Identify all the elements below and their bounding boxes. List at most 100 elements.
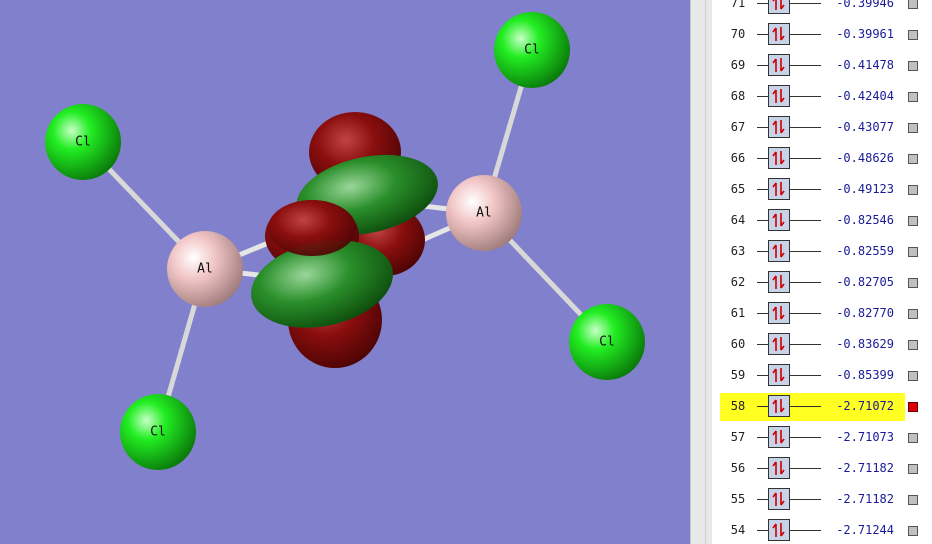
orbital-row[interactable]: 60 -0.83629 bbox=[720, 331, 926, 359]
orbital-energy: -2.71072 bbox=[836, 399, 894, 413]
orbital-visible-checkbox[interactable] bbox=[908, 278, 918, 288]
orbital-row[interactable]: 66 -0.48626 bbox=[720, 145, 926, 173]
orbital-row[interactable]: 56 -2.71182 bbox=[720, 455, 926, 483]
orbital-row[interactable]: 67 -0.43077 bbox=[720, 114, 926, 142]
orbital-row[interactable]: 63 -0.82559 bbox=[720, 238, 926, 266]
spin-pair-up-down-icon bbox=[768, 147, 790, 169]
orbital-number: 70 bbox=[730, 27, 746, 41]
spin-pair-up-down-icon bbox=[768, 271, 790, 293]
orbital-visible-checkbox[interactable] bbox=[908, 371, 918, 381]
orbital-row[interactable]: 58 -2.71072 bbox=[720, 393, 918, 421]
orbital-row[interactable]: 65 -0.49123 bbox=[720, 176, 926, 204]
orbital-number: 61 bbox=[730, 306, 746, 320]
orbital-isosurface bbox=[251, 112, 438, 368]
orbital-energy: -0.82559 bbox=[836, 244, 894, 258]
atom-label: Al bbox=[197, 262, 213, 277]
orbital-row[interactable]: 55 -2.71182 bbox=[720, 486, 926, 514]
spin-pair-up-down-icon bbox=[768, 54, 790, 76]
atom-label: Al bbox=[476, 206, 492, 221]
orbital-number: 67 bbox=[730, 120, 746, 134]
spin-pair-up-down-icon bbox=[768, 333, 790, 355]
orbital-visible-checkbox[interactable] bbox=[908, 0, 918, 9]
orbital-visible-checkbox[interactable] bbox=[908, 402, 918, 412]
spin-pair-up-down-icon bbox=[768, 23, 790, 45]
spin-pair-up-down-icon bbox=[768, 519, 790, 541]
orbital-number: 64 bbox=[730, 213, 746, 227]
orbital-visible-checkbox[interactable] bbox=[908, 216, 918, 226]
orbital-row[interactable]: 54 -2.71244 bbox=[720, 517, 926, 544]
orbital-energy: -0.49123 bbox=[836, 182, 894, 196]
orbital-visible-checkbox[interactable] bbox=[908, 92, 918, 102]
orbital-energy: -0.41478 bbox=[836, 58, 894, 72]
orbital-energy: -2.71244 bbox=[836, 523, 894, 537]
atom-cl-top-left[interactable]: Cl bbox=[45, 104, 121, 180]
orbital-number: 54 bbox=[730, 523, 746, 537]
orbital-energy: -0.39946 bbox=[836, 0, 894, 10]
orbital-row[interactable]: 64 -0.82546 bbox=[720, 207, 926, 235]
spin-pair-up-down-icon bbox=[768, 178, 790, 200]
orbital-visible-checkbox[interactable] bbox=[908, 30, 918, 40]
orbital-energy: -0.82705 bbox=[836, 275, 894, 289]
spin-pair-up-down-icon bbox=[768, 240, 790, 262]
orbital-energy: -0.42404 bbox=[836, 89, 894, 103]
orbital-visible-checkbox[interactable] bbox=[908, 526, 918, 536]
spin-pair-up-down-icon bbox=[768, 488, 790, 510]
spin-pair-up-down-icon bbox=[768, 364, 790, 386]
spin-pair-up-down-icon bbox=[768, 209, 790, 231]
atom-cl-bottom-right[interactable]: Cl bbox=[569, 304, 645, 380]
orbital-row[interactable]: 62 -0.82705 bbox=[720, 269, 926, 297]
orbital-visible-checkbox[interactable] bbox=[908, 154, 918, 164]
orbital-energy: -0.48626 bbox=[836, 151, 894, 165]
orbital-number: 60 bbox=[730, 337, 746, 351]
orbital-energy: -0.85399 bbox=[836, 368, 894, 382]
orbital-visible-checkbox[interactable] bbox=[908, 340, 918, 350]
atom-label: Cl bbox=[524, 43, 540, 58]
atom-label: Cl bbox=[150, 425, 166, 440]
orbital-visible-checkbox[interactable] bbox=[908, 433, 918, 443]
atom-cl-bottom-left[interactable]: Cl bbox=[120, 394, 196, 470]
splitter-line bbox=[705, 0, 706, 544]
panel-splitter[interactable] bbox=[690, 0, 713, 544]
orbital-energy: -0.39961 bbox=[836, 27, 894, 41]
molecule-canvas[interactable]: Cl Cl Al Al Cl Cl bbox=[0, 0, 690, 544]
orbital-number: 59 bbox=[730, 368, 746, 382]
orbital-energy: -2.71182 bbox=[836, 492, 894, 506]
orbital-row[interactable]: 70 -0.39961 bbox=[720, 21, 926, 49]
orbital-energy: -0.82546 bbox=[836, 213, 894, 227]
orbital-visible-checkbox[interactable] bbox=[908, 61, 918, 71]
molecule-viewer[interactable]: Cl Cl Al Al Cl Cl bbox=[0, 0, 690, 544]
orbital-visible-checkbox[interactable] bbox=[908, 123, 918, 133]
orbital-row[interactable]: 68 -0.42404 bbox=[720, 83, 926, 111]
spin-pair-up-down-icon bbox=[768, 426, 790, 448]
orbital-lobe-positive bbox=[268, 200, 356, 256]
orbital-visible-checkbox[interactable] bbox=[908, 185, 918, 195]
orbital-visible-checkbox[interactable] bbox=[908, 247, 918, 257]
orbital-number: 58 bbox=[730, 399, 746, 413]
orbital-row[interactable]: 71 -0.39946 bbox=[720, 0, 926, 18]
orbital-visible-checkbox[interactable] bbox=[908, 309, 918, 319]
orbital-row[interactable]: 57 -2.71073 bbox=[720, 424, 926, 452]
atom-cl-top-right[interactable]: Cl bbox=[494, 12, 570, 88]
orbital-row[interactable]: 69 -0.41478 bbox=[720, 52, 926, 80]
orbital-list-panel: 71 -0.39946 70 -0.39961 69 -0.41478 68 -0.42404… bbox=[712, 0, 932, 544]
orbital-row[interactable]: 59 -0.85399 bbox=[720, 362, 926, 390]
orbital-row[interactable]: 61 -0.82770 bbox=[720, 300, 926, 328]
atom-al-left[interactable]: Al bbox=[167, 231, 243, 307]
orbital-number: 68 bbox=[730, 89, 746, 103]
orbital-number: 62 bbox=[730, 275, 746, 289]
spin-pair-up-down-icon bbox=[768, 457, 790, 479]
orbital-visible-checkbox[interactable] bbox=[908, 495, 918, 505]
orbital-number: 66 bbox=[730, 151, 746, 165]
atom-label: Cl bbox=[599, 335, 615, 350]
spin-pair-up-down-icon bbox=[768, 116, 790, 138]
orbital-number: 69 bbox=[730, 58, 746, 72]
spin-pair-up-down-icon bbox=[768, 302, 790, 324]
orbital-number: 57 bbox=[730, 430, 746, 444]
atom-label: Cl bbox=[75, 135, 91, 150]
orbital-energy: -0.83629 bbox=[836, 337, 894, 351]
orbital-energy: -0.43077 bbox=[836, 120, 894, 134]
orbital-visible-checkbox[interactable] bbox=[908, 464, 918, 474]
atom-al-right[interactable]: Al bbox=[446, 175, 522, 251]
orbital-number: 55 bbox=[730, 492, 746, 506]
orbital-energy: -2.71182 bbox=[836, 461, 894, 475]
